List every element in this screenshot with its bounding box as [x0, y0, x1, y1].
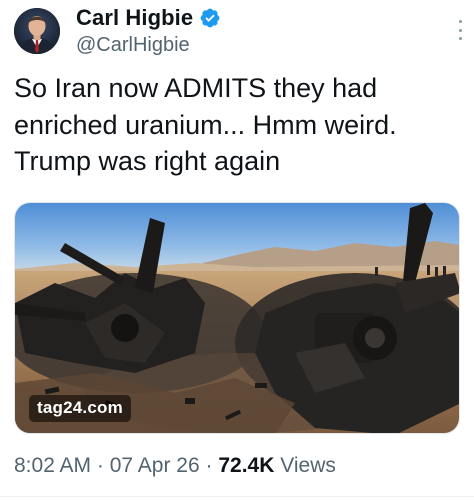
author-name-row: Carl Higbie: [76, 5, 221, 31]
media-watermark: tag24.com: [29, 395, 131, 422]
tweet-text: So Iran now ADMITS they had enriched ura…: [14, 70, 464, 180]
avatar-image: [14, 8, 60, 54]
tweet-text-line: Trump was right again: [14, 146, 281, 176]
tweet-meta: 8:02 AM · 07 Apr 26 · 72.4K Views: [14, 454, 336, 478]
avatar[interactable]: [14, 8, 60, 54]
meta-separator: ·: [205, 454, 213, 477]
meta-separator: ·: [96, 454, 104, 477]
author-display-name[interactable]: Carl Higbie: [76, 5, 193, 31]
more-options-icon[interactable]: [454, 18, 466, 42]
author-handle[interactable]: @CarlHigbie: [76, 34, 190, 57]
divider: [0, 496, 474, 497]
tweet-time[interactable]: 8:02 AM: [14, 454, 91, 477]
tweet-card: Carl Higbie @CarlHigbie So Iran now ADMI…: [0, 0, 474, 500]
views-label: Views: [280, 454, 336, 477]
verified-badge-icon[interactable]: [199, 7, 221, 29]
tweet-date[interactable]: 07 Apr 26: [110, 454, 200, 477]
tweet-media-image[interactable]: tag24.com: [14, 202, 460, 434]
tweet-text-line: So Iran now ADMITS they had: [14, 73, 378, 103]
views-count: 72.4K: [218, 454, 275, 477]
tweet-text-line: enriched uranium... Hmm weird.: [14, 109, 397, 140]
